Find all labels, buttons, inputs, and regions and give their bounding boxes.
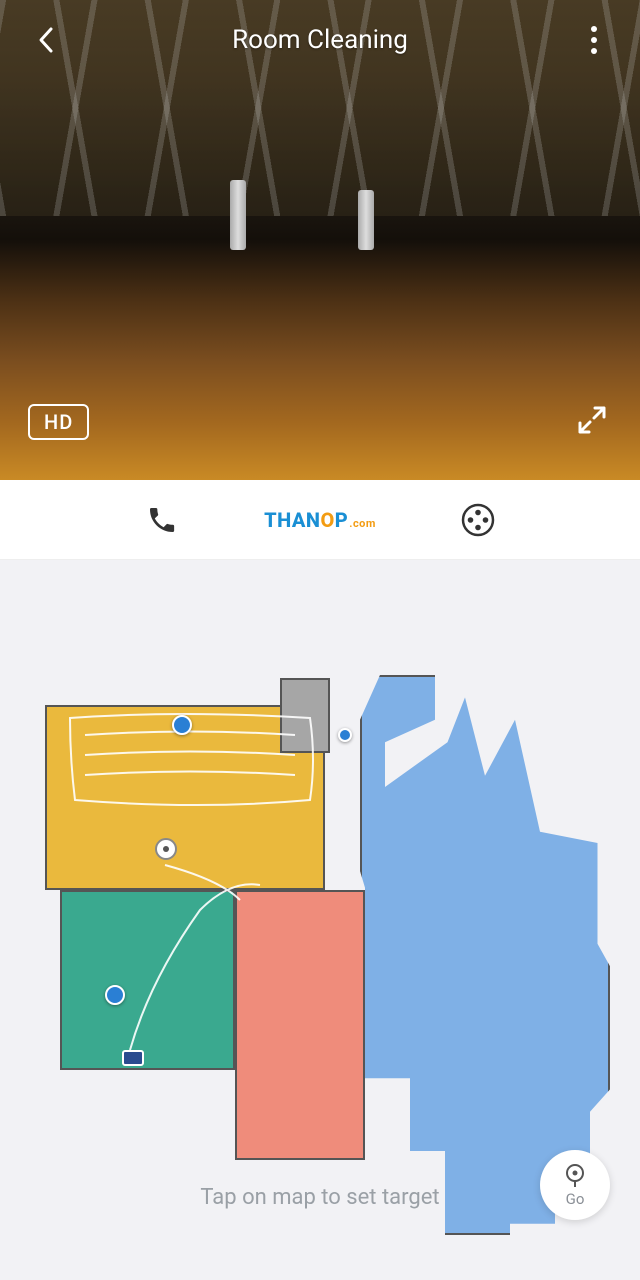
back-icon bbox=[36, 26, 56, 54]
room-green[interactable] bbox=[60, 890, 235, 1070]
logo-text: O bbox=[320, 508, 334, 532]
header-bar: Room Cleaning bbox=[0, 0, 640, 80]
dock-position bbox=[122, 1050, 144, 1066]
room-gray[interactable] bbox=[280, 678, 330, 753]
go-button[interactable]: Go bbox=[540, 1150, 610, 1220]
page-title: Room Cleaning bbox=[232, 25, 408, 55]
phone-icon bbox=[146, 504, 178, 536]
map-marker bbox=[338, 728, 352, 742]
video-quality-badge[interactable]: HD bbox=[28, 404, 89, 440]
camera-backdrop-pillar bbox=[358, 190, 374, 250]
back-button[interactable] bbox=[24, 18, 68, 62]
action-toolbar: THANOP.com bbox=[0, 480, 640, 560]
fullscreen-button[interactable] bbox=[572, 400, 612, 440]
camera-feed[interactable]: Room Cleaning HD bbox=[0, 0, 640, 480]
logo-text: .com bbox=[349, 517, 376, 530]
go-label: Go bbox=[566, 1190, 585, 1208]
call-button[interactable] bbox=[140, 498, 184, 542]
record-button[interactable] bbox=[456, 498, 500, 542]
room-red[interactable] bbox=[235, 890, 365, 1160]
logo-text: THAN bbox=[264, 508, 320, 532]
more-icon bbox=[591, 26, 597, 54]
map-marker bbox=[172, 715, 192, 735]
more-button[interactable] bbox=[572, 18, 616, 62]
expand-icon bbox=[577, 405, 607, 435]
brand-logo: THANOP.com bbox=[264, 508, 376, 532]
target-icon bbox=[562, 1162, 588, 1188]
film-reel-icon bbox=[461, 503, 495, 537]
logo-text: P bbox=[335, 508, 348, 532]
map-marker bbox=[105, 985, 125, 1005]
floor-map[interactable]: Tap on map to set target Go bbox=[0, 560, 640, 1280]
camera-backdrop-pillar bbox=[230, 180, 246, 250]
robot-position bbox=[155, 838, 177, 860]
